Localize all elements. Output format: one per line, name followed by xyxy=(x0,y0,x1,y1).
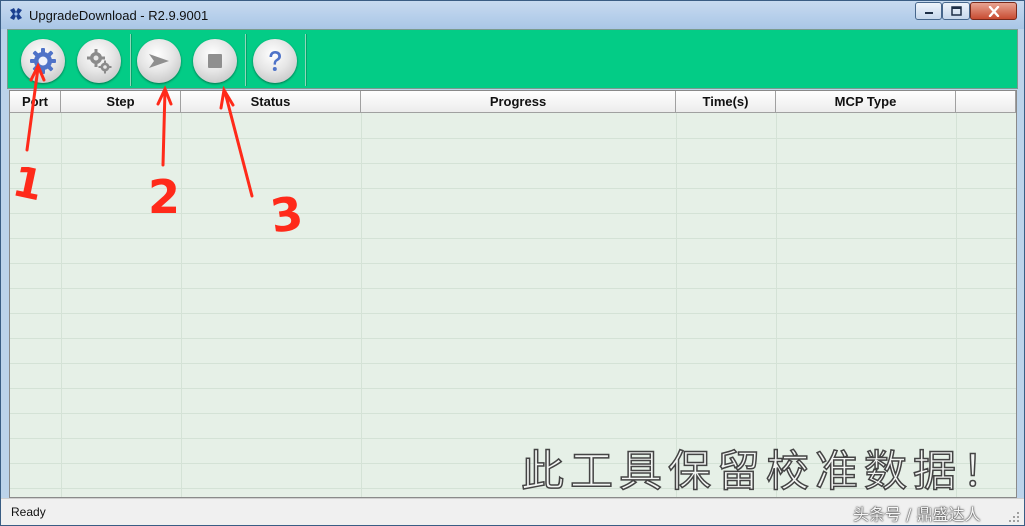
table-row-line xyxy=(10,413,1016,414)
table-header: Port Step Status Progress Time(s) MCP Ty… xyxy=(10,91,1016,113)
status-text: Ready xyxy=(11,505,46,519)
column-header-port[interactable]: Port xyxy=(10,91,61,113)
column-header-status[interactable]: Status xyxy=(181,91,361,113)
settings-button[interactable] xyxy=(21,39,65,83)
close-button[interactable] xyxy=(970,2,1017,20)
overlay-caption: 此工具保留校准数据！ xyxy=(520,446,1011,498)
app-icon xyxy=(10,8,22,20)
toolbar-separator xyxy=(245,34,247,86)
maximize-icon xyxy=(950,6,962,16)
table-row-line xyxy=(10,263,1016,264)
table-row-line xyxy=(10,213,1016,214)
stop-button[interactable] xyxy=(193,39,237,83)
table-row-line xyxy=(10,238,1016,239)
toolbar-separator xyxy=(305,34,307,86)
watermark: 头条号 / 鼎盛达人 xyxy=(853,505,981,524)
table-row-line xyxy=(10,363,1016,364)
table-row-line xyxy=(10,138,1016,139)
toolbar xyxy=(7,29,1018,89)
table-row-line xyxy=(10,163,1016,164)
table-row-line xyxy=(10,388,1016,389)
table-row-line xyxy=(10,288,1016,289)
column-header-filler xyxy=(956,91,1016,113)
stop-square-icon xyxy=(208,54,222,68)
minimize-icon xyxy=(924,12,933,14)
question-icon xyxy=(269,51,281,71)
toolbar-separator xyxy=(130,34,132,86)
table-row-line xyxy=(10,188,1016,189)
title-bar[interactable]: UpgradeDownload - R2.9.9001 xyxy=(1,1,1024,29)
table-column-line xyxy=(61,113,62,497)
table-row-line xyxy=(10,338,1016,339)
help-button[interactable] xyxy=(253,39,297,83)
column-header-step[interactable]: Step xyxy=(61,91,181,113)
minimize-button[interactable] xyxy=(915,2,942,20)
start-button[interactable] xyxy=(137,39,181,83)
table-column-line xyxy=(361,113,362,497)
column-header-time[interactable]: Time(s) xyxy=(676,91,776,113)
advanced-settings-button[interactable] xyxy=(77,39,121,83)
app-window: UpgradeDownload - R2.9.9001 Port Step St… xyxy=(0,0,1025,526)
gears-icon xyxy=(87,49,112,74)
close-icon xyxy=(988,5,999,17)
resize-grip-icon[interactable] xyxy=(1008,511,1020,523)
window-title: UpgradeDownload - R2.9.9001 xyxy=(29,8,209,23)
table-column-line xyxy=(181,113,182,497)
maximize-button[interactable] xyxy=(942,2,970,20)
play-arrow-icon xyxy=(149,54,169,68)
table-row-line xyxy=(10,313,1016,314)
column-header-mcp-type[interactable]: MCP Type xyxy=(776,91,956,113)
gear-icon xyxy=(30,48,56,74)
column-header-progress[interactable]: Progress xyxy=(361,91,676,113)
